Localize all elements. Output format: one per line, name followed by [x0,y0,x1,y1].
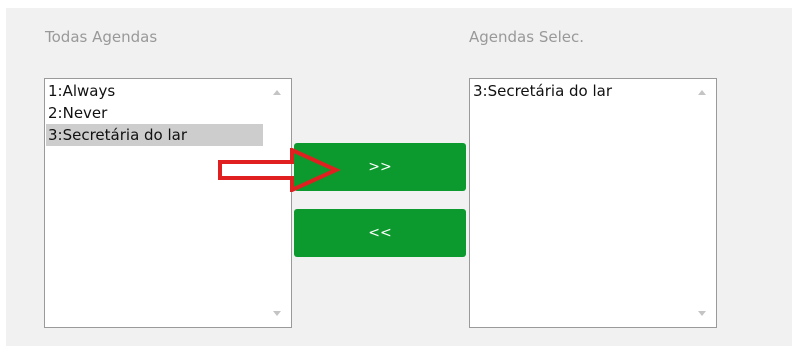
list-item[interactable]: 3:Secretária do lar [471,80,688,102]
selected-agendas-items: 3:Secretária do lar [471,80,688,102]
scroll-up-arrow-icon[interactable] [273,90,281,95]
red-arrow-icon [218,148,341,192]
selected-agendas-listbox[interactable]: 3:Secretária do lar [469,78,717,328]
all-agendas-label: Todas Agendas [45,28,158,46]
list-item[interactable]: 2:Never [46,102,263,124]
selected-agendas-label: Agendas Selec. [469,28,584,46]
all-agendas-listbox[interactable]: 1:Always 2:Never 3:Secretária do lar [44,78,292,328]
all-agendas-scrollbar[interactable] [264,79,291,327]
scroll-up-arrow-icon[interactable] [698,90,706,95]
all-agendas-items: 1:Always 2:Never 3:Secretária do lar [46,80,263,146]
list-item[interactable]: 1:Always [46,80,263,102]
remove-agenda-button[interactable]: << [294,209,466,257]
list-item-selected[interactable]: 3:Secretária do lar [46,124,263,146]
scroll-down-arrow-icon[interactable] [273,311,281,316]
scroll-down-arrow-icon[interactable] [698,311,706,316]
selected-agendas-scrollbar[interactable] [689,79,716,327]
